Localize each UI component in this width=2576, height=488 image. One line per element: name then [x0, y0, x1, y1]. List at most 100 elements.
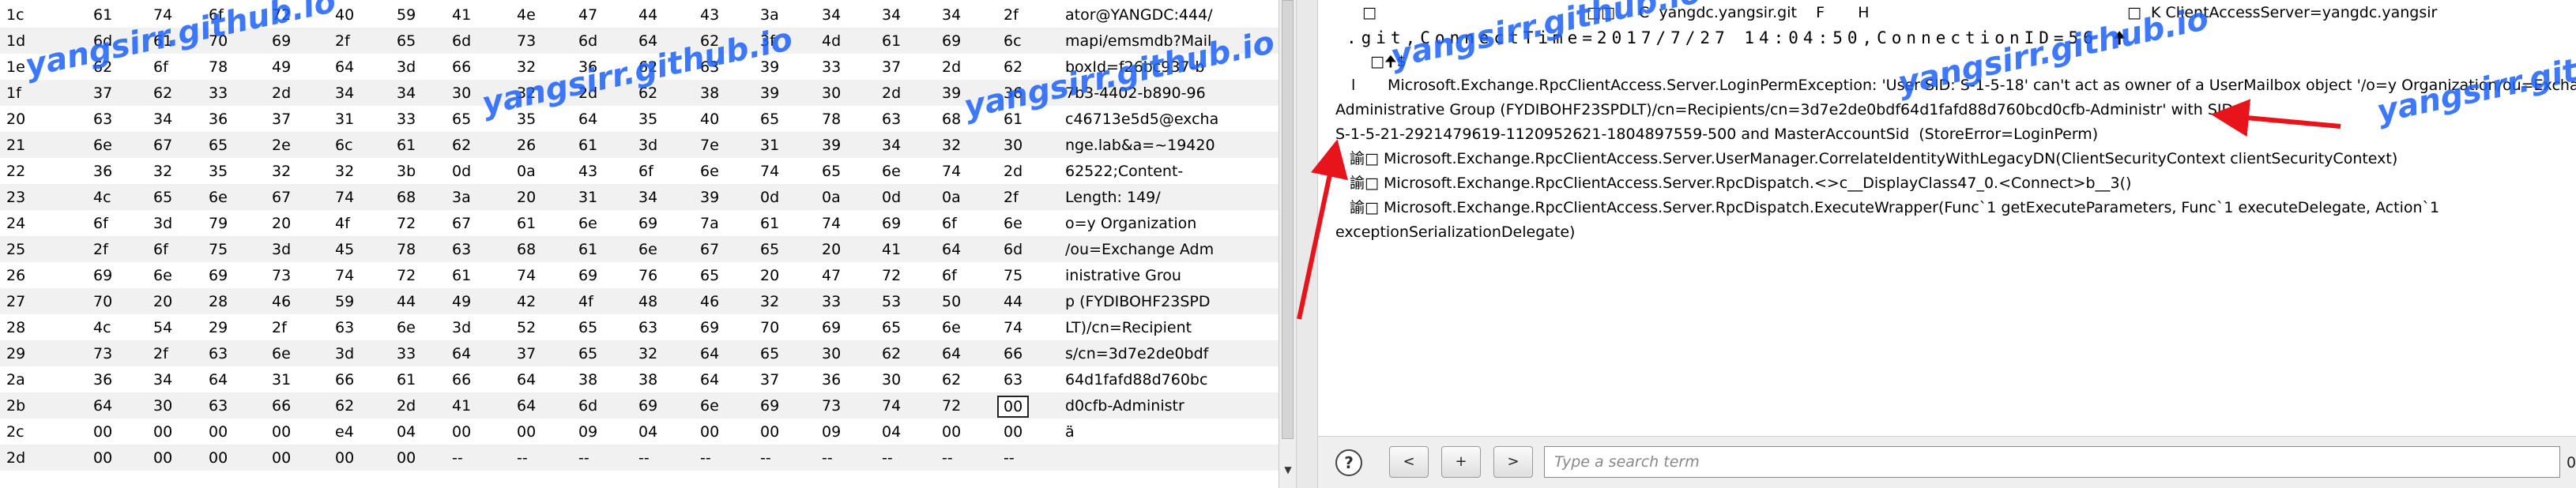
hex-byte-cell[interactable]: 64 — [578, 111, 597, 128]
hex-byte-cell[interactable]: 00 — [153, 449, 172, 467]
hex-byte-cell[interactable]: 62 — [153, 84, 172, 102]
hex-byte-cell[interactable]: 65 — [760, 111, 779, 128]
hex-byte-cell[interactable]: 44 — [397, 293, 416, 310]
hex-byte-cell[interactable]: 34 — [882, 6, 901, 24]
hex-view-pane[interactable]: 1c 61 74 6f 72 40 59 41 4e 47 44 43 3a 34 34 34 2f ator@Y… — [0, 0, 1279, 488]
hex-byte-cell[interactable]: 33 — [822, 58, 841, 76]
hex-byte-cell[interactable]: -- — [822, 449, 833, 467]
hex-byte-cell[interactable]: 46 — [700, 293, 719, 310]
hex-byte-cell[interactable]: -- — [760, 449, 771, 467]
hex-byte-cell[interactable]: 2f — [93, 241, 108, 258]
hex-byte-cell[interactable]: 6d — [578, 32, 597, 50]
hex-byte-cell[interactable]: 68 — [942, 111, 961, 128]
hex-byte-cell[interactable]: 50 — [942, 293, 961, 310]
hex-byte-cell[interactable]: 63 — [209, 397, 228, 415]
hex-byte-cell[interactable]: 62 — [335, 397, 354, 415]
hex-byte-cell[interactable]: 39 — [760, 84, 779, 102]
hex-byte-cell[interactable]: 6e — [397, 319, 416, 336]
hex-byte-cell[interactable]: 2d — [942, 58, 961, 76]
hex-byte-cell[interactable]: 49 — [452, 293, 471, 310]
hex-byte-cell[interactable]: 61 — [93, 6, 112, 24]
hex-byte-cell[interactable]: 67 — [700, 241, 719, 258]
hex-byte-cell[interactable]: 3d — [153, 215, 172, 232]
hex-byte-cell[interactable]: 6e — [942, 319, 961, 336]
hex-byte-cell[interactable]: 75 — [1004, 267, 1022, 284]
hex-byte-cell[interactable]: 4c — [93, 189, 111, 206]
hex-byte-cell[interactable]: 00 — [93, 423, 112, 441]
hex-byte-cell[interactable]: 6e — [882, 163, 901, 180]
hex-byte-cell[interactable]: 6f — [638, 163, 653, 180]
hex-byte-cell[interactable]: -- — [942, 449, 953, 467]
hex-byte-cell[interactable]: 43 — [700, 6, 719, 24]
hex-byte-cell[interactable]: 69 — [942, 32, 961, 50]
hex-byte-cell[interactable]: 3f — [760, 32, 775, 50]
hex-byte-cell[interactable]: -- — [452, 449, 463, 467]
hex-byte-cell[interactable]: 00 — [700, 423, 719, 441]
hex-byte-cell[interactable]: 32 — [272, 163, 291, 180]
hex-row[interactable]: 21 6e 67 65 2e 6c 61 62 26 61 3d 7e 31 39 34 32 30 nge.la… — [0, 132, 1279, 158]
hex-byte-cell[interactable]: 66 — [1004, 345, 1022, 362]
hex-byte-cell[interactable]: 64 — [517, 371, 536, 389]
hex-byte-cell[interactable]: 04 — [638, 423, 657, 441]
hex-byte-cell[interactable]: 61 — [517, 215, 536, 232]
hex-byte-cell[interactable]: -- — [517, 449, 528, 467]
hex-byte-cell[interactable]: 73 — [93, 345, 112, 362]
hex-byte-cell[interactable]: 78 — [822, 111, 841, 128]
hex-byte-cell[interactable]: 65 — [452, 111, 471, 128]
hex-byte-cell[interactable]: 4d — [822, 32, 841, 50]
hex-byte-cell[interactable]: 65 — [209, 137, 228, 154]
hex-byte-cell[interactable]: 61 — [153, 32, 172, 50]
hex-byte-cell[interactable]: 38 — [578, 371, 597, 389]
hex-byte-cell[interactable]: 3a — [452, 189, 471, 206]
hex-byte-cell[interactable]: 70 — [209, 32, 228, 50]
hex-row[interactable]: 25 2f 6f 75 3d 45 78 63 68 61 6e 67 65 20 41 64 6d/ou=Ex… — [0, 236, 1279, 262]
hex-byte-cell[interactable]: 53 — [882, 293, 901, 310]
hex-byte-cell[interactable]: 63 — [452, 241, 471, 258]
hex-byte-cell[interactable]: 61 — [397, 137, 416, 154]
hex-byte-cell[interactable]: 72 — [942, 397, 961, 415]
hex-byte-cell[interactable]: 32 — [942, 137, 961, 154]
hex-row[interactable]: 2d 00 00 00 00 00 00 -- -- -- -- -- -- -- -- -- -- — [0, 445, 1279, 471]
hex-byte-cell[interactable]: 31 — [760, 137, 779, 154]
hex-byte-cell[interactable]: 34 — [397, 84, 416, 102]
hex-byte-cell[interactable]: 63 — [638, 319, 657, 336]
hex-byte-cell[interactable]: 33 — [397, 345, 416, 362]
hex-byte-cell[interactable]: 6e — [578, 215, 597, 232]
hex-byte-cell[interactable]: 74 — [153, 6, 172, 24]
hex-byte-cell[interactable]: 64 — [209, 371, 228, 389]
hex-byte-cell[interactable]: 61 — [452, 267, 471, 284]
hex-byte-cell[interactable]: 7e — [700, 137, 719, 154]
hex-byte-cell[interactable]: 74 — [335, 189, 354, 206]
hex-row[interactable]: 26 69 6e 69 73 74 72 61 74 69 76 65 20 47 72 6f 75 inistr… — [0, 262, 1279, 288]
hex-row[interactable]: 24 6f 3d 79 20 4f 72 67 61 6e 69 7a 61 74 69 6f 6e o=y Or… — [0, 210, 1279, 236]
hex-byte-cell[interactable]: 34 — [942, 6, 961, 24]
hex-byte-cell[interactable]: 48 — [638, 293, 657, 310]
hex-byte-cell[interactable]: -- — [882, 449, 893, 467]
hex-byte-cell[interactable]: 34 — [882, 137, 901, 154]
hex-byte-cell[interactable]: 00 — [1004, 423, 1022, 441]
hex-byte-cell[interactable]: 0d — [882, 189, 901, 206]
hex-byte-cell[interactable]: 62 — [700, 32, 719, 50]
hex-byte-cell[interactable]: 62 — [452, 137, 471, 154]
hex-byte-cell[interactable]: 74 — [942, 163, 961, 180]
hex-byte-cell[interactable]: 00 — [209, 423, 228, 441]
hex-byte-cell[interactable]: 36 — [1004, 84, 1022, 102]
hex-byte-cell[interactable]: 32 — [335, 163, 354, 180]
hex-byte-cell[interactable]: 0d — [760, 189, 779, 206]
hex-byte-cell[interactable]: 6d — [93, 32, 112, 50]
hex-byte-cell[interactable]: 04 — [882, 423, 901, 441]
hex-byte-cell[interactable]: 62 — [1004, 58, 1022, 76]
hex-byte-cell[interactable]: 68 — [517, 241, 536, 258]
scroll-down-arrow-icon[interactable]: ▼ — [1282, 463, 1294, 477]
hex-row[interactable]: 1c 61 74 6f 72 40 59 41 4e 47 44 43 3a 34 34 34 2f ator@Y… — [0, 2, 1279, 28]
hex-row[interactable]: 22 36 32 35 32 32 3b 0d 0a 43 6f 6e 74 65 6e 74 2d 62522;… — [0, 158, 1279, 184]
hex-byte-cell[interactable]: 74 — [335, 267, 354, 284]
hex-byte-cell[interactable]: 00 — [942, 423, 961, 441]
hex-byte-cell[interactable]: 41 — [882, 241, 901, 258]
hex-byte-cell[interactable]: 28 — [209, 293, 228, 310]
hex-byte-cell[interactable]: 64 — [517, 397, 536, 415]
hex-byte-cell[interactable]: 66 — [452, 371, 471, 389]
hex-byte-cell[interactable]: 6f — [942, 267, 957, 284]
hex-byte-cell[interactable]: 37 — [882, 58, 901, 76]
hex-byte-cell[interactable]: 2f — [335, 32, 350, 50]
